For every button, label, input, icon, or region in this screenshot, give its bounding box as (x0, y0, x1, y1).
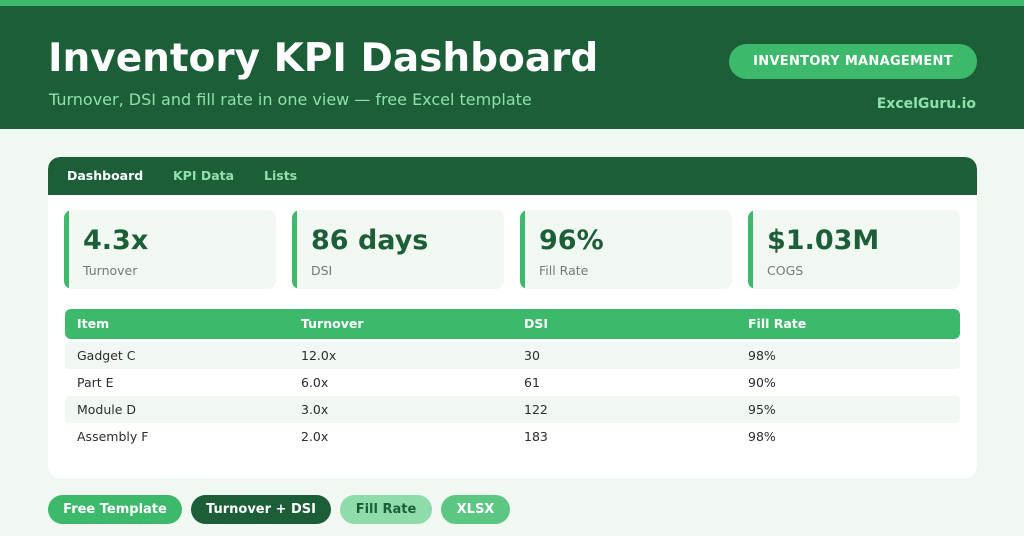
table-row: Assembly F 2.0x 183 98% (65, 423, 960, 450)
column-header-turnover: Turnover (301, 316, 364, 331)
kpi-value: 4.3x (83, 225, 149, 256)
cell-dsi: 183 (524, 429, 548, 444)
kpi-accent-bar (292, 210, 297, 289)
sheet-tabs: Dashboard KPI Data Lists (48, 157, 977, 195)
table-row: Module D 3.0x 122 95% (65, 396, 960, 423)
kpi-value: $1.03M (767, 225, 880, 256)
cell-fill-rate: 95% (748, 402, 776, 417)
tag-turnover-dsi[interactable]: Turnover + DSI (191, 495, 331, 524)
tag-xlsx[interactable]: XLSX (441, 495, 510, 524)
kpi-card-dsi: 86 days DSI (292, 210, 504, 289)
tag-fill-rate[interactable]: Fill Rate (340, 495, 432, 524)
cell-dsi: 30 (524, 348, 540, 363)
cell-item: Gadget C (77, 348, 136, 363)
dashboard-card: Dashboard KPI Data Lists 4.3x Turnover 8… (48, 157, 977, 478)
kpi-label: COGS (767, 263, 804, 278)
kpi-accent-bar (64, 210, 69, 289)
table-row: Gadget C 12.0x 30 98% (65, 342, 960, 369)
cell-item: Assembly F (77, 429, 149, 444)
kpi-accent-bar (520, 210, 525, 289)
cell-item: Part E (77, 375, 114, 390)
column-header-fill-rate: Fill Rate (748, 316, 807, 331)
cell-fill-rate: 98% (748, 348, 776, 363)
brand-name: ExcelGuru.io (876, 96, 976, 112)
column-header-item: Item (77, 316, 110, 331)
kpi-label: Turnover (83, 263, 138, 278)
kpi-label: Fill Rate (539, 263, 589, 278)
table-header: Item Turnover DSI Fill Rate (65, 309, 960, 339)
kpi-card-fill-rate: 96% Fill Rate (520, 210, 732, 289)
cell-turnover: 6.0x (301, 375, 329, 390)
kpi-card-cogs: $1.03M COGS (748, 210, 960, 289)
page-subtitle: Turnover, DSI and fill rate in one view … (49, 90, 532, 109)
cell-turnover: 12.0x (301, 348, 337, 363)
cell-turnover: 2.0x (301, 429, 329, 444)
cell-fill-rate: 90% (748, 375, 776, 390)
cell-dsi: 122 (524, 402, 548, 417)
table-row: Part E 6.0x 61 90% (65, 369, 960, 396)
kpi-card-turnover: 4.3x Turnover (64, 210, 276, 289)
tab-dashboard[interactable]: Dashboard (67, 157, 143, 195)
page-title: Inventory KPI Dashboard (48, 36, 599, 81)
cell-dsi: 61 (524, 375, 540, 390)
cell-item: Module D (77, 402, 137, 417)
tab-lists[interactable]: Lists (264, 157, 297, 195)
column-header-dsi: DSI (524, 316, 549, 331)
cell-turnover: 3.0x (301, 402, 329, 417)
kpi-value: 96% (539, 225, 604, 256)
tab-kpi-data[interactable]: KPI Data (173, 157, 234, 195)
kpi-value: 86 days (311, 225, 429, 256)
kpi-label: DSI (311, 263, 333, 278)
cell-fill-rate: 98% (748, 429, 776, 444)
kpi-accent-bar (748, 210, 753, 289)
category-badge: INVENTORY MANAGEMENT (729, 44, 977, 79)
tag-free-template[interactable]: Free Template (48, 495, 182, 524)
page-header: Inventory KPI Dashboard Turnover, DSI an… (0, 6, 1024, 129)
